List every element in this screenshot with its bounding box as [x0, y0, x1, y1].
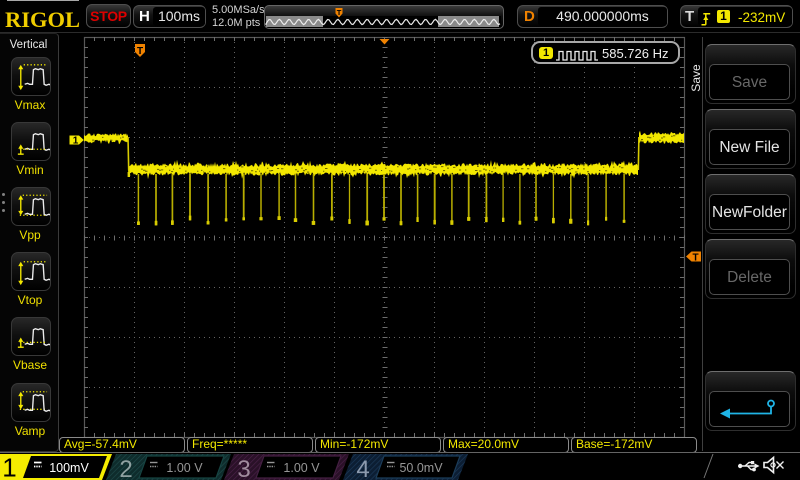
- svg-text:T: T: [337, 8, 342, 17]
- svg-text:T: T: [137, 46, 143, 57]
- svg-text:1: 1: [2, 453, 16, 480]
- svg-text:50.0mV: 50.0mV: [399, 461, 443, 475]
- svg-text:3: 3: [237, 456, 250, 480]
- svg-text:2: 2: [119, 456, 132, 480]
- svg-text:1.00 V: 1.00 V: [283, 461, 320, 475]
- svg-text:T: T: [692, 253, 698, 264]
- svg-text:1: 1: [73, 136, 79, 147]
- svg-text:100mV: 100mV: [49, 461, 89, 475]
- svg-text:1.00 V: 1.00 V: [166, 461, 203, 475]
- svg-text:4: 4: [356, 456, 369, 480]
